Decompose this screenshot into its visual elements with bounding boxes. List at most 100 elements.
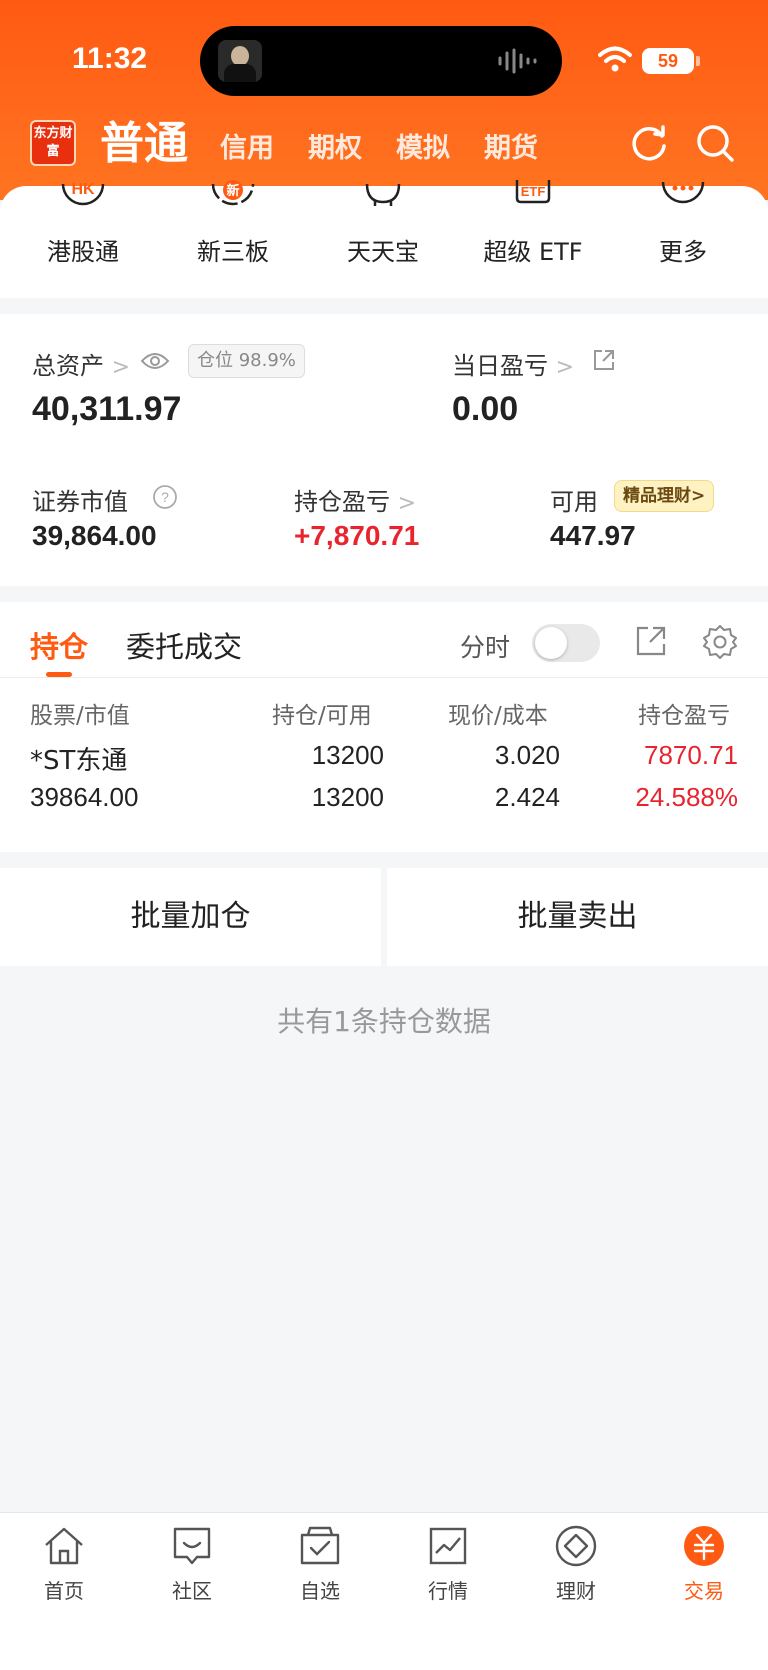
chevron-right-icon: > [397, 491, 417, 516]
column-header-pl[interactable]: 持仓盈亏 [638, 696, 738, 730]
nav-wealth[interactable]: 理财 [512, 1523, 640, 1604]
eye-icon[interactable] [140, 350, 170, 372]
nav-home[interactable]: 首页 [0, 1523, 128, 1604]
holding-qty: 13200 [311, 740, 384, 770]
svg-text:HK: HK [71, 181, 95, 198]
status-bar: 11:32 59 [0, 0, 768, 110]
holdings-table: 股票/市值 持仓/可用 现价/成本 持仓盈亏 *ST东通 39864.00 13… [0, 678, 768, 852]
tab-futures[interactable]: 期货 [484, 126, 538, 172]
quick-nav-label: 超级 ETF [483, 238, 583, 266]
quick-nav-label: 新三板 [197, 238, 269, 266]
piggy-bank-icon [365, 183, 401, 206]
battery-tip [696, 56, 700, 66]
holdings-summary: 共有1条持仓数据 [277, 1005, 491, 1038]
holding-pl-label[interactable]: 持仓盈亏 > [294, 482, 416, 517]
available-qty: 13200 [311, 782, 384, 812]
tab-options[interactable]: 期权 [308, 126, 362, 172]
battery-indicator: 59 [642, 48, 694, 74]
wifi-icon [598, 46, 632, 72]
hk-icon: HK [61, 181, 105, 206]
nav-label: 理财 [556, 1579, 596, 1603]
svg-text:新: 新 [226, 183, 239, 199]
now-playing-artwork [218, 40, 262, 82]
tab-holdings[interactable]: 持仓 [30, 624, 88, 666]
holding-pl-label-text: 持仓盈亏 [294, 488, 390, 516]
home-icon [45, 1527, 83, 1565]
nav-label: 首页 [44, 1579, 84, 1603]
timeshare-label: 分时 [460, 633, 511, 662]
stock-name: *ST东通 [30, 746, 128, 776]
etf-icon: ETF [515, 180, 551, 204]
nav-trade[interactable]: 交易 [640, 1523, 768, 1604]
column-header-price[interactable]: 现价/成本 [448, 696, 548, 730]
available-label: 可用 [550, 488, 598, 516]
quick-nav-label: 天天宝 [347, 238, 419, 266]
svg-text:ETF: ETF [521, 184, 546, 199]
nav-label: 社区 [172, 1579, 212, 1603]
tab-simulation[interactable]: 模拟 [396, 126, 450, 172]
status-time: 11:32 [72, 42, 148, 75]
gear-icon[interactable] [702, 624, 738, 660]
chevron-right-icon: > [555, 355, 575, 380]
account-type-tabs: 普通 信用 期权 模拟 期货 [100, 112, 572, 172]
watchlist-icon [300, 1526, 340, 1565]
wealth-icon [555, 1525, 597, 1567]
export-icon[interactable] [634, 624, 668, 658]
table-row[interactable]: *ST东通 39864.00 13200 13200 3.020 2.424 7… [0, 734, 768, 844]
total-assets-value: 40,311.97 [32, 390, 182, 428]
active-tab-indicator [46, 672, 72, 677]
stock-market-value: 39864.00 [30, 782, 139, 812]
market-icon [429, 1527, 467, 1565]
more-icon [661, 181, 705, 204]
search-icon[interactable] [694, 122, 736, 164]
nav-community[interactable]: 社区 [128, 1523, 256, 1604]
nav-label: 行情 [428, 1579, 468, 1603]
row-pl: 7870.71 [644, 740, 738, 770]
nav-watchlist[interactable]: 自选 [256, 1523, 384, 1604]
assets-card: 总资产 > 仓位 98.9% 40,311.97 当日盈亏 > 0.00 证券市… [0, 314, 768, 586]
quick-nav-label: 港股通 [47, 238, 119, 266]
toggle-knob [535, 627, 567, 659]
nav-label: 交易 [684, 1579, 724, 1603]
holding-pl-value: +7,870.71 [294, 520, 420, 551]
tab-orders-trades[interactable]: 委托成交 [126, 624, 242, 666]
svg-text:?: ? [161, 489, 169, 505]
row-pl-pct: 24.588% [635, 782, 738, 812]
batch-sell-button[interactable]: 批量卖出 [387, 868, 768, 966]
current-price: 3.020 [494, 740, 560, 770]
premium-wealth-badge[interactable]: 精品理财> [614, 480, 715, 512]
market-value-label: 证券市值 [32, 488, 128, 516]
column-header-stock[interactable]: 股票/市值 [30, 696, 130, 730]
total-assets-label[interactable]: 总资产 > [32, 346, 130, 381]
daily-pl-label[interactable]: 当日盈亏 > [452, 346, 574, 381]
app-logo: 东方财富 [30, 120, 76, 166]
nav-market[interactable]: 行情 [384, 1523, 512, 1604]
timeshare-toggle[interactable] [532, 624, 600, 662]
cost-price: 2.424 [494, 782, 560, 812]
quick-nav: HK 港股通 新 新三板 天天宝 ETF 超级 ETF 更多 [0, 180, 768, 298]
market-value: 39,864.00 [32, 520, 157, 551]
share-icon[interactable] [592, 348, 616, 372]
trade-icon [684, 1526, 724, 1566]
daily-pl-label-text: 当日盈亏 [452, 352, 548, 380]
nav-label: 自选 [300, 1579, 340, 1603]
tab-credit[interactable]: 信用 [220, 126, 274, 172]
chevron-right-icon: > [111, 355, 131, 380]
batch-add-button[interactable]: 批量加仓 [0, 868, 381, 966]
available-value: 447.97 [550, 520, 636, 551]
bottom-nav: 首页 社区 自选 行情 理财 交易 [0, 1512, 768, 1670]
positions-tabs: 持仓 委托成交 分时 [0, 602, 768, 678]
total-assets-label-text: 总资产 [32, 352, 104, 380]
position-ratio-badge: 仓位 98.9% [188, 344, 305, 378]
xin-icon: 新 [211, 180, 255, 206]
help-icon[interactable]: ? [152, 484, 178, 510]
refresh-icon[interactable] [628, 122, 670, 164]
app-header: 11:32 59 东方财富 普通 信用 期权 模拟 期货 [0, 0, 768, 200]
tab-normal[interactable]: 普通 [100, 116, 188, 172]
quick-nav-label: 更多 [659, 238, 707, 266]
daily-pl-value: 0.00 [452, 390, 519, 428]
dynamic-island [200, 26, 562, 96]
community-icon [173, 1527, 211, 1565]
audio-wave-icon [498, 48, 537, 74]
column-header-holding[interactable]: 持仓/可用 [272, 696, 372, 730]
